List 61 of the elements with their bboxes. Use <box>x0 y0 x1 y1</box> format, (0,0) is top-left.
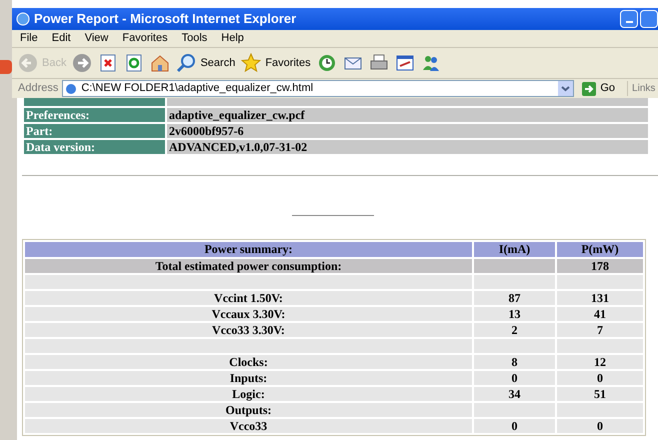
table-cell: 8 <box>474 355 555 369</box>
menu-item[interactable]: Favorites <box>122 30 168 47</box>
table-cell: 0 <box>557 419 643 433</box>
table-cell: 41 <box>557 307 643 321</box>
address-field[interactable]: C:\NEW FOLDER1\adaptive_equalizer_cw.html <box>62 80 574 97</box>
history-button[interactable] <box>316 53 337 73</box>
table-cell: Clocks: <box>25 355 472 369</box>
star-icon <box>241 53 262 73</box>
refresh-button[interactable] <box>124 53 144 73</box>
column-header: I(mA) <box>474 242 555 257</box>
table-cell: Vcco33 3.30V: <box>25 323 472 337</box>
table-cell: Data version: <box>24 140 165 154</box>
links-button[interactable]: Links <box>627 81 656 96</box>
table-cell: 2v6000bf957-6 <box>167 124 648 138</box>
menu-item[interactable]: Help <box>221 30 244 47</box>
table-cell: 2 <box>474 323 555 337</box>
table-cell: 12 <box>557 355 643 369</box>
table-cell: 13 <box>474 307 555 321</box>
menu-item[interactable]: File <box>20 30 38 47</box>
column-header: Power summary: <box>25 242 472 257</box>
table-cell: Vccaux 3.30V: <box>25 307 472 321</box>
table-cell: 178 <box>557 259 643 273</box>
messenger-button[interactable] <box>420 53 441 73</box>
minimize-button[interactable] <box>620 10 638 28</box>
table-cell: 87 <box>474 291 555 305</box>
table-cell: 0 <box>474 419 555 433</box>
table-cell: ADVANCED,v1.0,07-31-02 <box>167 140 648 154</box>
table-cell: 7 <box>557 323 643 337</box>
search-icon <box>176 53 196 73</box>
table-cell: Preferences: <box>24 108 165 122</box>
restore-button[interactable] <box>640 10 658 28</box>
table-cell: Vcco33 <box>25 419 472 433</box>
menu-item[interactable]: View <box>84 30 108 47</box>
table-cell: Part: <box>24 124 165 138</box>
browser-icon <box>16 12 30 26</box>
table-cell: 0 <box>557 371 643 385</box>
table-cell: Inputs: <box>25 371 472 385</box>
dropdown-icon[interactable] <box>558 81 574 96</box>
table-cell: Vccint 1.50V: <box>25 291 472 305</box>
table-cell: 131 <box>557 291 643 305</box>
table-cell: Logic: <box>25 387 472 401</box>
menu-item[interactable]: Edit <box>52 30 71 47</box>
forward-button[interactable] <box>72 53 92 73</box>
table-cell: 51 <box>557 387 643 401</box>
table-cell: 34 <box>474 387 555 401</box>
home-button[interactable] <box>150 53 170 73</box>
table-cell: 0 <box>474 371 555 385</box>
arrow-icon <box>582 82 596 96</box>
window-title: Power Report - Microsoft Internet Explorer <box>34 10 296 28</box>
table-cell: Outputs: <box>25 403 472 417</box>
favorites-button[interactable]: Favorites <box>241 53 311 73</box>
column-header: P(mW) <box>557 242 643 257</box>
search-button[interactable]: Search <box>176 53 236 73</box>
table-cell: Total estimated power consumption: <box>25 259 472 273</box>
page-icon <box>65 82 78 94</box>
stop-button[interactable] <box>98 53 118 73</box>
table-cell: adaptive_equalizer_cw.pcf <box>167 108 648 122</box>
address-label: Address <box>18 81 58 96</box>
go-button[interactable]: Go <box>578 80 620 97</box>
menu-item[interactable]: Tools <box>182 30 208 47</box>
edit-button[interactable] <box>394 53 415 73</box>
